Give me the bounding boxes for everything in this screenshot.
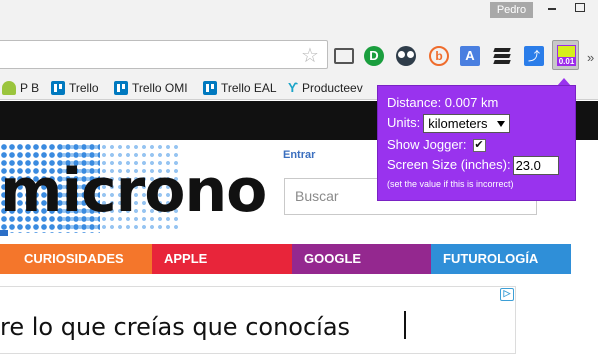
green-extension-icon[interactable]: D (364, 46, 384, 66)
bookmark-label: P B (20, 81, 40, 95)
bookmark-label: Producteev (302, 81, 363, 95)
bookmark-item[interactable]: P B (2, 80, 39, 96)
category-curiosidades[interactable]: CURIOSIDADES (12, 244, 152, 274)
trello-icon (51, 81, 65, 95)
category-apple[interactable]: APPLE (152, 244, 292, 274)
bookmark-star-icon[interactable]: ☆ (301, 46, 319, 66)
browser-window: Pedro ☆ D b A ⤴ 0.01 » P B Trello Trello… (0, 0, 598, 354)
checkmark-icon: ✔ (474, 139, 484, 152)
android-icon (2, 81, 16, 95)
text-cursor (404, 311, 406, 339)
translate-icon[interactable]: A (460, 46, 480, 66)
cast-icon[interactable] (334, 48, 354, 64)
site-logo[interactable]: microno (0, 156, 267, 226)
units-select[interactable]: kilometers (423, 114, 511, 134)
jogger-badge: 0.01 (558, 57, 575, 66)
show-jogger-checkbox[interactable]: ✔ (472, 139, 486, 153)
screen-size-label: Screen Size (inches): (387, 157, 511, 172)
b-extension-icon[interactable]: b (429, 46, 449, 66)
jogger-popup: Distance: 0.007 km Units: kilometers Show… (377, 85, 576, 201)
dropdown-arrow-icon (497, 121, 506, 128)
bookmark-item[interactable]: ϒ Producteev (288, 80, 363, 96)
maximize-icon[interactable] (575, 3, 585, 12)
show-jogger-label: Show Jogger: (387, 137, 467, 152)
units-value: kilometers (428, 116, 488, 132)
bookmark-label: Trello OMI (132, 81, 188, 95)
browser-toolbar: ☆ D b A ⤴ 0.01 » (0, 34, 598, 76)
screen-size-input[interactable]: 23.0 (512, 156, 559, 176)
producteev-icon: ϒ (288, 80, 299, 95)
bookmark-item[interactable]: Trello (51, 80, 99, 96)
category-google[interactable]: GOOGLE (292, 244, 431, 274)
category-edge (0, 244, 12, 274)
owl-extension-icon[interactable] (396, 46, 416, 66)
bookmark-label: Trello EAL (221, 81, 277, 95)
trello-icon (203, 81, 217, 95)
category-nav: CURIOSIDADES APPLE GOOGLE FUTUROLOGÍA (0, 244, 598, 274)
units-label: Units: (387, 115, 421, 130)
title-bar: Pedro (0, 0, 598, 34)
chart-extension-icon[interactable]: ⤴ (524, 46, 544, 66)
bookmark-item[interactable]: Trello EAL (203, 80, 277, 96)
logo-accent (0, 230, 8, 236)
screen-size-note: (set the value if this is incorrect) (387, 179, 514, 189)
ad-text: re lo que creías que conocías (0, 313, 351, 341)
bookmark-item[interactable]: Trello OMI (114, 80, 188, 96)
layers-icon[interactable] (492, 46, 512, 66)
distance-readout: Distance: 0.007 km (387, 95, 499, 110)
profile-button[interactable]: Pedro (490, 2, 533, 18)
jogger-extension-button[interactable]: 0.01 (552, 40, 579, 70)
category-futurologia[interactable]: FUTUROLOGÍA (431, 244, 571, 274)
jogger-icon: 0.01 (557, 45, 576, 66)
adchoices-icon[interactable]: ▷ (500, 288, 514, 301)
address-bar[interactable] (0, 40, 328, 69)
extensions-overflow-icon[interactable]: » (587, 50, 594, 65)
login-link[interactable]: Entrar (283, 149, 315, 161)
trello-icon (114, 81, 128, 95)
ad-banner[interactable]: re lo que creías que conocías (0, 286, 516, 354)
bookmark-label: Trello (69, 81, 99, 95)
minimize-icon[interactable] (548, 8, 556, 10)
